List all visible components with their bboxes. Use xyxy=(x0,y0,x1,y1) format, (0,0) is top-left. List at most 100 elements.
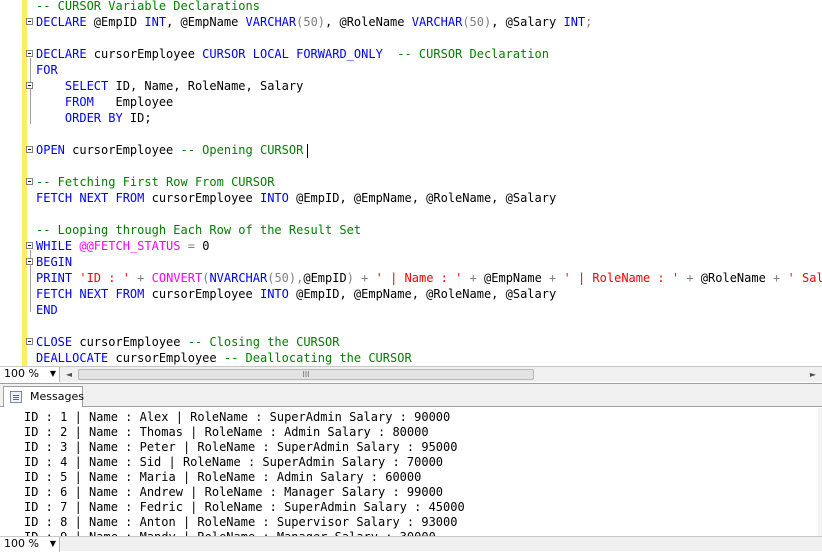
code-line[interactable]: DECLARE @EmpID INT , @EmpName VARCHAR(50)… xyxy=(36,14,592,30)
collapse-toggle[interactable] xyxy=(26,338,33,345)
results-horizontal-scrollbar[interactable]: 100 % ▼ xyxy=(0,536,822,552)
code-token: ' | RoleName : ' xyxy=(563,271,680,285)
zoom-value: 100 % xyxy=(4,537,39,550)
code-line[interactable]: -- Fetching First Row From CURSOR xyxy=(36,174,274,190)
code-line[interactable]: FETCH NEXT FROM cursorEmployee INTO @Emp… xyxy=(36,286,556,302)
message-line: ID : 3 | Name : Peter | RoleName : Super… xyxy=(24,440,458,454)
code-line[interactable]: FROM Employee xyxy=(36,94,173,110)
code-token: -- Looping through Each Row of the Resul… xyxy=(36,223,362,237)
code-token: -- Closing the CURSOR xyxy=(187,335,340,349)
collapse-toggle[interactable] xyxy=(26,82,33,89)
scroll-right-icon[interactable]: ► xyxy=(806,368,820,381)
collapse-toggle[interactable] xyxy=(26,242,33,249)
code-line[interactable]: DEALLOCATE cursorEmployee -- Deallocatin… xyxy=(36,350,412,366)
code-token: (50) xyxy=(296,15,326,29)
code-token: -- Fetching First Row From CURSOR xyxy=(36,175,275,189)
code-token: DEALLOCATE xyxy=(36,351,109,365)
code-token: -- Deallocating the CURSOR xyxy=(223,351,412,365)
results-tab-strip: Messages xyxy=(0,384,822,407)
scroll-left-icon[interactable]: ◄ xyxy=(62,368,76,381)
code-token: SELECT xyxy=(64,79,109,93)
code-line[interactable]: BEGIN xyxy=(36,254,72,270)
results-zoom-dropdown[interactable]: 100 % ▼ xyxy=(0,537,60,552)
code-token: @EmpID xyxy=(86,15,145,29)
message-line: ID : 6 | Name : Andrew | RoleName : Mana… xyxy=(24,485,444,499)
code-token: 0 xyxy=(202,239,210,253)
code-token: @EmpID xyxy=(303,271,347,285)
tab-label: Messages xyxy=(30,390,84,403)
scroll-thumb[interactable]: III xyxy=(78,369,534,380)
code-token: CURSOR LOCAL FORWARD_ONLY xyxy=(202,47,383,61)
code-token: , @EmpName xyxy=(166,15,246,29)
code-token: INT xyxy=(563,15,586,29)
code-token: DECLARE xyxy=(36,47,87,61)
collapse-toggle[interactable] xyxy=(26,18,33,25)
code-token: + xyxy=(541,271,564,285)
code-token: ORDER BY xyxy=(64,111,123,125)
collapse-toggle[interactable] xyxy=(26,146,33,153)
code-token: cursorEmployee xyxy=(144,287,260,301)
code-token: NVARCHAR xyxy=(209,271,268,285)
zoom-dropdown[interactable]: 100 % ▼ xyxy=(0,367,60,382)
collapse-toggle[interactable] xyxy=(26,178,33,185)
tab-messages[interactable]: Messages xyxy=(3,386,84,407)
code-line[interactable]: SELECT ID, Name, RoleName, Salary xyxy=(36,78,303,94)
query-editor[interactable]: -- CURSOR Variable Declarations DECLARE @… xyxy=(0,0,822,366)
code-line[interactable]: PRINT 'ID : ' + CONVERT(NVARCHAR(50),@Em… xyxy=(36,270,822,286)
code-token: INTO xyxy=(259,287,289,301)
code-token: (50), xyxy=(267,271,304,285)
code-token: ID; xyxy=(122,111,152,125)
code-line[interactable]: OPEN cursorEmployee -- Opening CURSOR xyxy=(36,142,309,158)
results-vertical-scrollbar[interactable] xyxy=(818,408,822,536)
text-caret xyxy=(307,143,309,158)
code-line[interactable]: DECLARE cursorEmployee CURSOR LOCAL FORW… xyxy=(36,46,549,62)
chevron-down-icon: ▼ xyxy=(49,369,56,378)
code-token: FETCH NEXT FROM xyxy=(36,191,145,205)
code-line[interactable]: CLOSE cursorEmployee -- Closing the CURS… xyxy=(36,334,339,350)
code-line[interactable]: WHILE @@FETCH_STATUS = 0 xyxy=(36,238,209,254)
code-token: FOR xyxy=(36,63,58,77)
results-pane: Messages ID : 1 | Name : Alex | RoleName… xyxy=(0,383,822,544)
code-line[interactable]: -- CURSOR Variable Declarations xyxy=(36,0,260,14)
code-token: cursorEmployee xyxy=(108,351,224,365)
code-token: cursorEmployee xyxy=(72,335,188,349)
code-token: END xyxy=(36,303,58,317)
collapse-toggle[interactable] xyxy=(26,258,33,265)
code-token: VARCHAR xyxy=(245,15,297,29)
code-line[interactable]: END xyxy=(36,302,58,318)
code-token: , @RoleName xyxy=(325,15,412,29)
code-token: + xyxy=(462,271,485,285)
code-token: cursorEmployee xyxy=(144,191,260,205)
code-line[interactable]: FETCH NEXT FROM cursorEmployee INTO @Emp… xyxy=(36,190,556,206)
code-token: cursorEmployee xyxy=(64,143,181,157)
code-token: + xyxy=(353,271,376,285)
code-token: ; xyxy=(585,15,593,29)
code-token: , @Salary xyxy=(491,15,564,29)
collapse-toggle[interactable] xyxy=(26,50,33,57)
code-token: BEGIN xyxy=(36,255,73,269)
code-token: -- CURSOR Declaration xyxy=(397,47,549,61)
message-line: ID : 7 | Name : Fedric | RoleName : Supe… xyxy=(24,500,465,514)
code-token: @EmpName xyxy=(484,271,542,285)
code-line[interactable]: FOR xyxy=(36,62,58,78)
zoom-value: 100 % xyxy=(4,367,39,380)
code-token: Employee xyxy=(93,95,174,109)
code-token: WHILE xyxy=(36,239,73,253)
code-token: @EmpID, @EmpName, @RoleName, @Salary xyxy=(288,287,557,301)
message-line: ID : 2 | Name : Thomas | RoleName : Admi… xyxy=(24,425,429,439)
code-line[interactable]: -- Looping through Each Row of the Resul… xyxy=(36,222,361,238)
editor-horizontal-scrollbar[interactable]: 100 % ▼ ◄ III ► xyxy=(0,366,822,382)
code-token: FROM xyxy=(64,95,94,109)
grip-icon: III xyxy=(302,370,310,379)
code-token: @@FETCH_STATUS xyxy=(79,239,181,253)
code-token: ) xyxy=(346,271,354,285)
code-token: + xyxy=(129,271,152,285)
code-line[interactable]: ORDER BY ID; xyxy=(36,110,152,126)
code-token: CONVERT xyxy=(151,271,203,285)
code-token: DECLARE xyxy=(36,15,87,29)
code-token: INTO xyxy=(259,191,289,205)
